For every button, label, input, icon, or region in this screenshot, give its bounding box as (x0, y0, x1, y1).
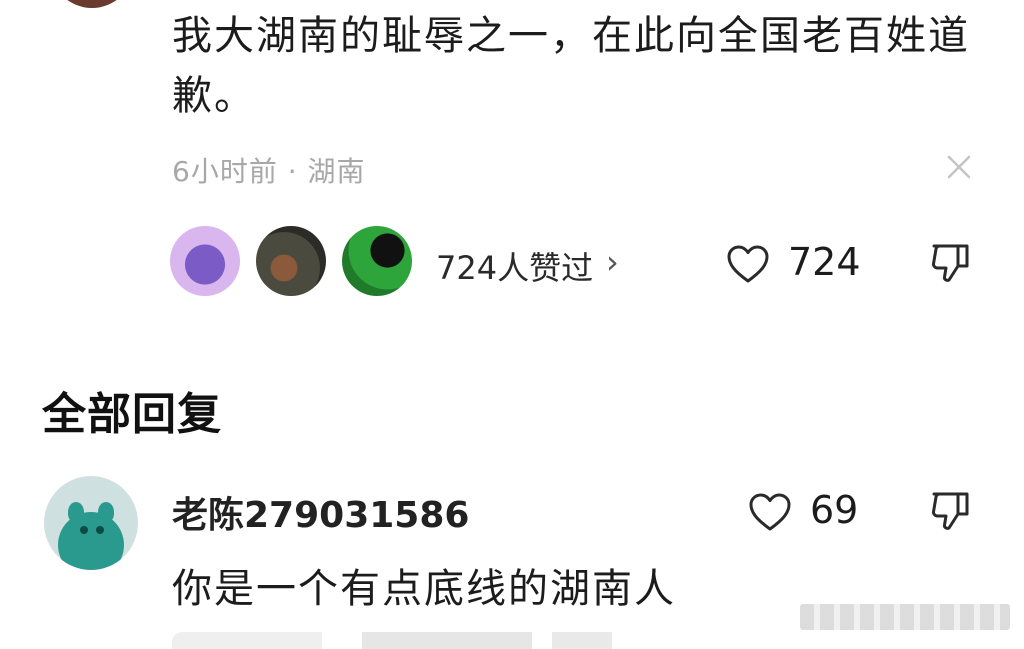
reply-username[interactable]: 老陈279031586 (172, 486, 469, 538)
reply-user-avatar[interactable] (44, 476, 138, 570)
reply-text: 你是一个有点底线的湖南人 (172, 566, 676, 612)
original-commenter-avatar[interactable] (50, 0, 134, 8)
replies-section-title: 全部回复 (42, 389, 222, 440)
watermark (800, 604, 1010, 630)
liker-avatar[interactable] (170, 226, 240, 296)
liker-avatar[interactable] (256, 226, 326, 296)
heart-icon[interactable] (748, 492, 792, 532)
avatar-body (58, 512, 124, 570)
comment-meta: 6小时前 · 湖南 (172, 155, 366, 188)
avatar-eye (96, 526, 104, 534)
thumbs-down-icon[interactable] (928, 240, 974, 286)
avatar-eye (80, 526, 88, 534)
liker-avatar[interactable] (342, 226, 412, 296)
close-icon[interactable] (944, 152, 974, 182)
like-count: 724 (788, 240, 861, 284)
comment-text: 我大湖南的耻辱之一，在此向全国老百姓道歉。 (172, 13, 970, 119)
likers-count-link[interactable]: 724人赞过 (436, 243, 593, 289)
reply-like-count: 69 (810, 488, 859, 532)
chevron-right-icon[interactable]: › (606, 243, 619, 281)
thumbs-down-icon[interactable] (928, 488, 974, 534)
cropped-reply-meta-row (172, 632, 672, 649)
heart-icon[interactable] (726, 244, 770, 284)
